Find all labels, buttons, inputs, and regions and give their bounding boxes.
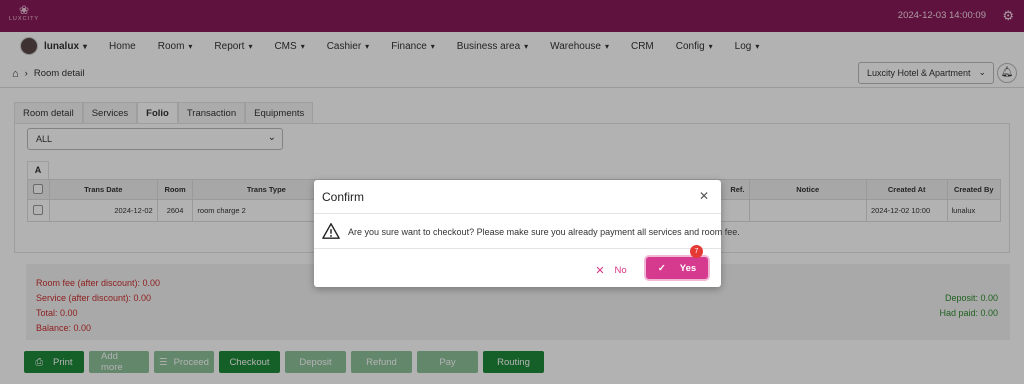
no-label: No [614, 264, 627, 276]
close-icon[interactable]: ✕ [699, 189, 709, 203]
close-icon: ✕ [595, 264, 605, 277]
dialog-title: Confirm [322, 190, 365, 204]
dialog-body: Are you sure want to checkout? Please ma… [314, 214, 740, 249]
yes-label: Yes [679, 262, 697, 274]
dialog-header: Confirm ✕ [314, 180, 721, 214]
notification-badge: 7 [690, 245, 703, 258]
warning-icon [322, 223, 340, 239]
yes-button[interactable]: ✓ Yes [646, 257, 708, 279]
check-icon: ✓ [657, 262, 666, 274]
no-button[interactable]: ✕ No [586, 259, 636, 281]
dialog-footer: ✕ No ✓ Yes 7 [314, 245, 721, 287]
dialog-message: Are you sure want to checkout? Please ma… [348, 227, 740, 237]
confirm-dialog: Confirm ✕ Are you sure want to checkout?… [314, 180, 740, 287]
